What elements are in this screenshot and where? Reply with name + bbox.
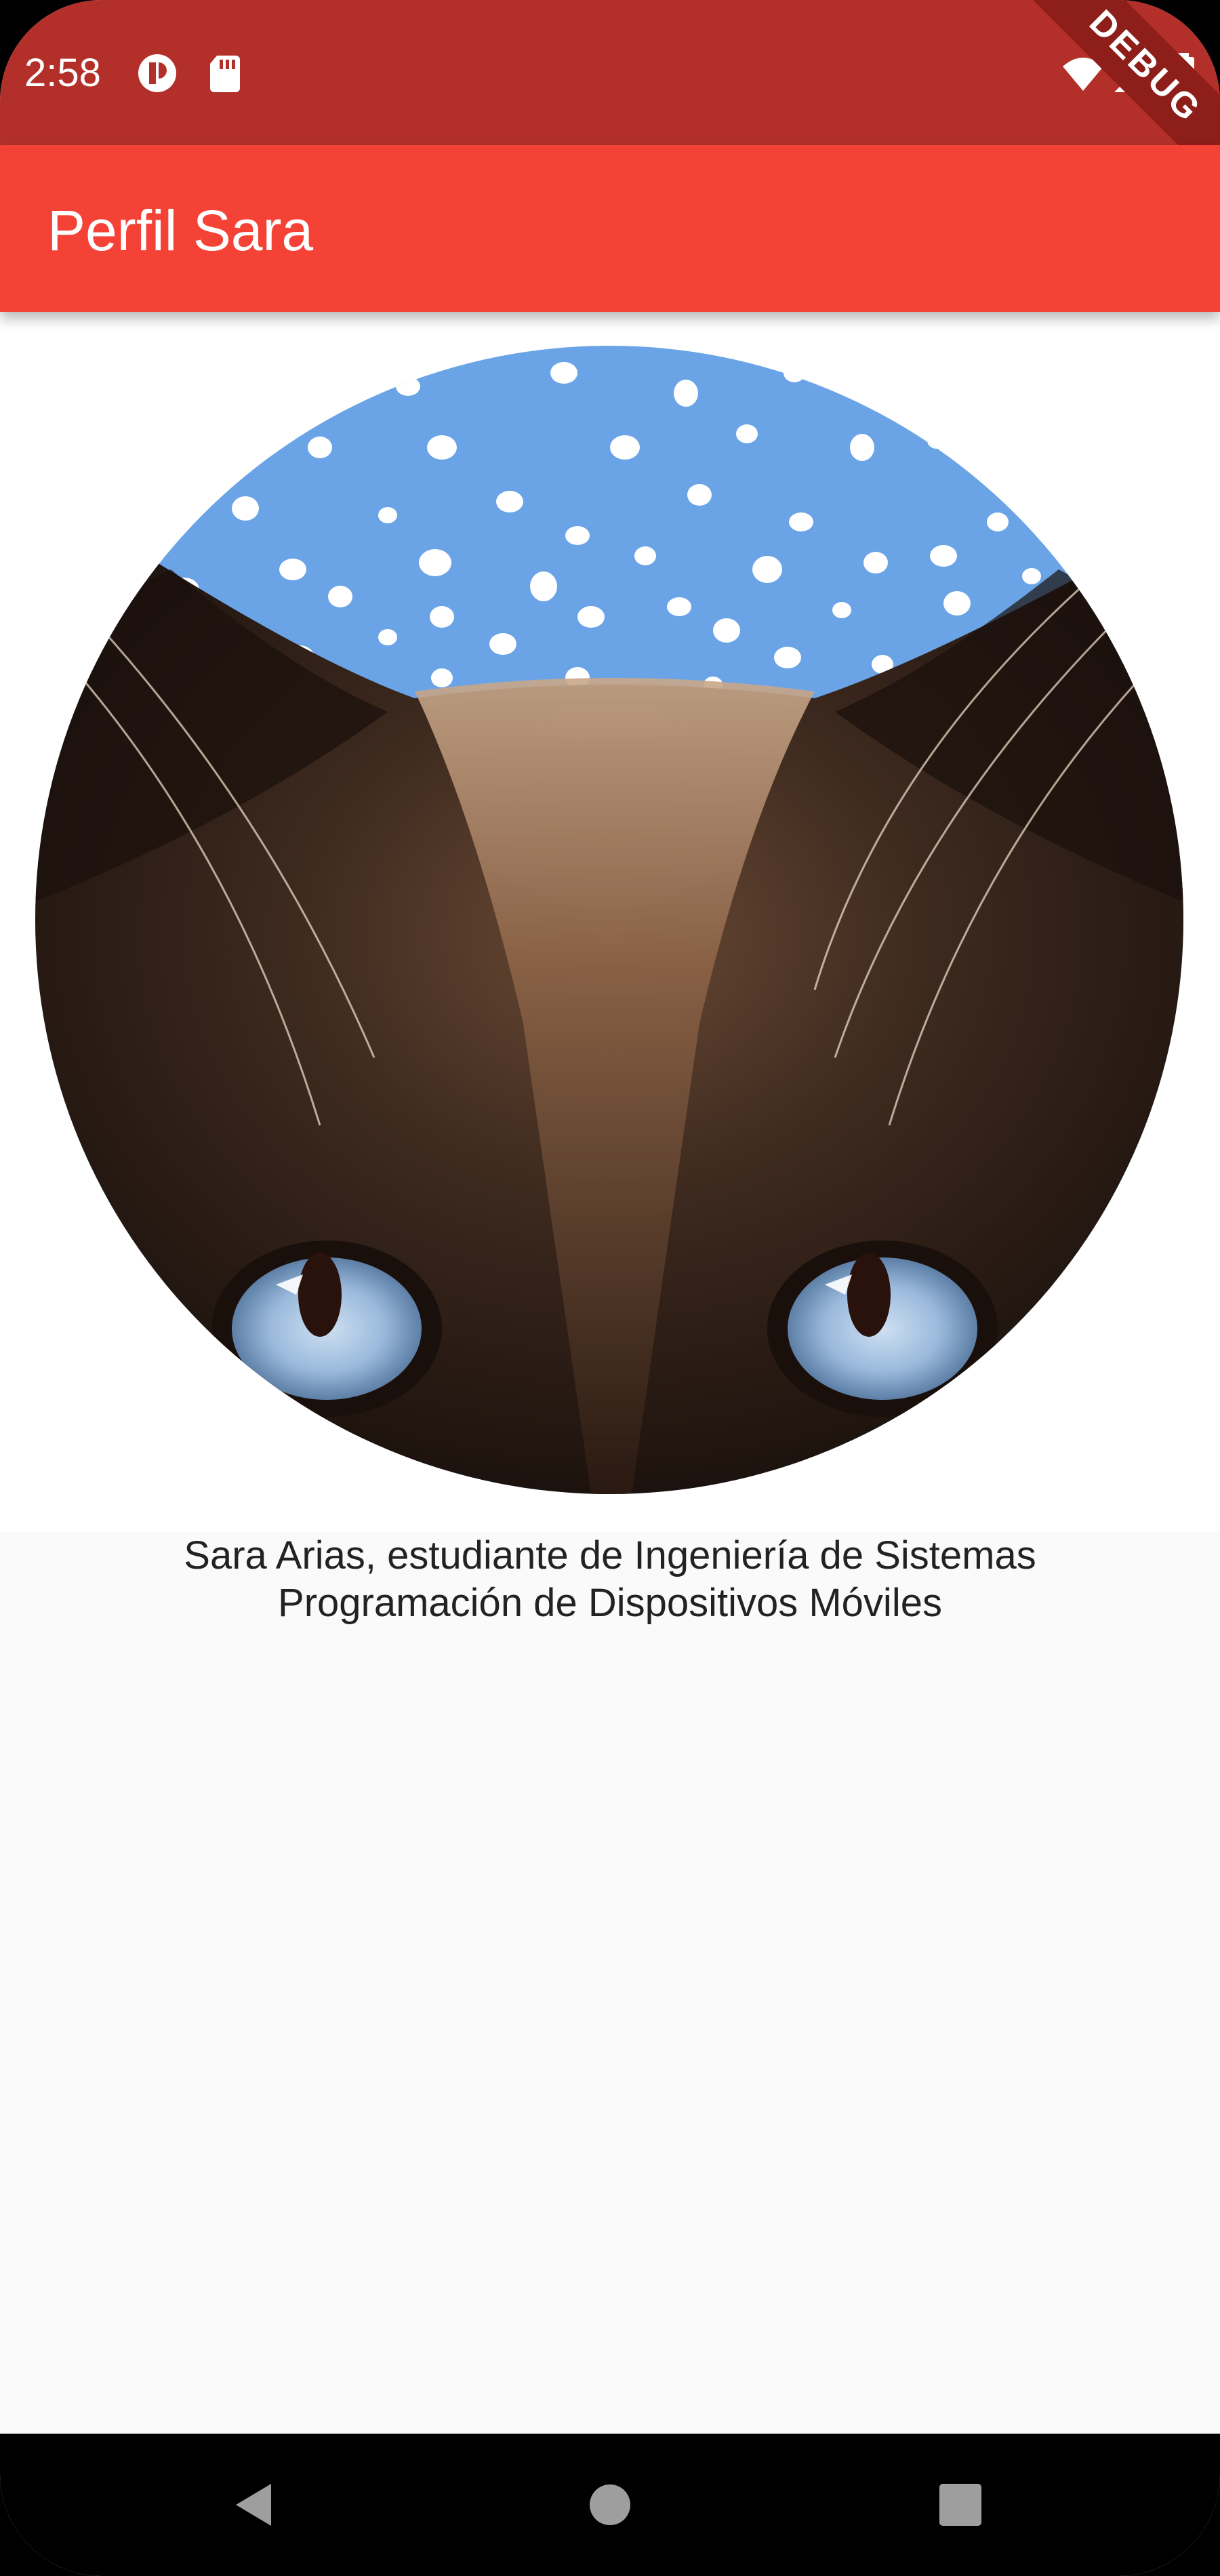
app-bar: Perfil Sara [0,145,1220,312]
status-bar: 2:58 DEBUG [0,0,1220,214]
back-icon[interactable] [224,2474,285,2535]
recents-icon[interactable] [930,2474,991,2535]
caption-name-line: Sara Arias, estudiante de Ingeniería de … [184,1533,1036,1577]
sd-card-icon [210,56,240,92]
cast-icon [138,54,176,92]
status-time: 2:58 [24,51,101,95]
caption-course-line: Programación de Dispositivos Móviles [278,1581,942,1625]
profile-photo-container [0,312,1220,1532]
navigation-bar [0,2434,1220,2576]
profile-avatar-cat-photo [35,346,1183,1494]
home-icon[interactable] [580,2474,640,2535]
phone-screen: 2:58 DEBUG Perfil Sara Sara Arias, estud… [0,0,1220,2576]
profile-caption: Sara Arias, estudiante de Ingeniería de … [0,1532,1220,2434]
app-bar-title: Perfil Sara [47,199,314,262]
